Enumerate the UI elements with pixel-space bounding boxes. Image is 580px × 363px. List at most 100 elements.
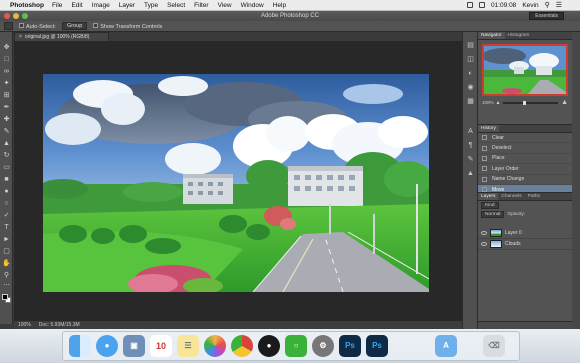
move-tool-preset-icon[interactable] bbox=[4, 22, 13, 30]
more-tools-icon[interactable]: ⋯ bbox=[2, 282, 11, 290]
menu-app-name[interactable]: Photoshop bbox=[10, 2, 44, 9]
foreground-color-swatch[interactable] bbox=[2, 294, 8, 300]
character-panel-icon[interactable]: A bbox=[466, 128, 475, 136]
layer-row[interactable]: Clouds bbox=[478, 239, 572, 250]
navigator-preview[interactable] bbox=[482, 44, 568, 96]
auto-select-target-dropdown[interactable]: Group bbox=[61, 22, 88, 30]
menu-image[interactable]: Image bbox=[92, 2, 110, 9]
zoom-readout[interactable]: 100% bbox=[18, 322, 31, 328]
shape-tool-icon[interactable]: ▢ bbox=[2, 248, 11, 256]
lasso-tool-icon[interactable]: ∞ bbox=[2, 68, 11, 76]
zoom-in-icon[interactable]: ▲ bbox=[561, 99, 568, 106]
layer-name: Clouds bbox=[505, 241, 521, 247]
marquee-tool-icon[interactable]: □ bbox=[2, 56, 11, 64]
eyedropper-tool-icon[interactable]: ✒ bbox=[2, 104, 11, 112]
menu-layer[interactable]: Layer bbox=[119, 2, 135, 9]
layer-row[interactable]: Layer 0 bbox=[478, 228, 572, 239]
wechat-icon[interactable]: ○ bbox=[285, 335, 307, 357]
history-item[interactable]: Layer Order bbox=[478, 164, 572, 175]
history-item[interactable]: Clear bbox=[478, 133, 572, 144]
blur-tool-icon[interactable]: ● bbox=[2, 188, 11, 196]
minimize-window-button[interactable] bbox=[13, 13, 19, 19]
document-tab[interactable]: × original.jpg @ 100% (RGB/8) bbox=[14, 32, 109, 41]
move-tool-icon[interactable]: ✥ bbox=[2, 44, 11, 52]
visibility-eye-icon[interactable] bbox=[481, 231, 487, 235]
properties-panel-icon[interactable]: ◫ bbox=[466, 56, 475, 64]
hand-tool-icon[interactable]: ✋ bbox=[2, 260, 11, 268]
tab-navigator[interactable]: Navigator bbox=[478, 32, 505, 39]
quick-select-tool-icon[interactable]: ✦ bbox=[2, 80, 11, 88]
swatches-panel-icon[interactable]: ▦ bbox=[466, 98, 475, 106]
preview-icon[interactable]: ▣ bbox=[123, 335, 145, 357]
zoom-slider-knob[interactable] bbox=[522, 100, 526, 105]
notification-icon[interactable]: ☰ bbox=[556, 1, 562, 9]
gradient-tool-icon[interactable]: ■ bbox=[2, 176, 11, 184]
notes-icon[interactable]: ☰ bbox=[177, 335, 199, 357]
layer-kind-filter[interactable]: Kind bbox=[481, 202, 499, 209]
photos-icon[interactable] bbox=[204, 335, 226, 357]
menu-type[interactable]: Type bbox=[144, 2, 158, 9]
user-name[interactable]: Kevin bbox=[522, 2, 538, 9]
adjustments-panel-icon[interactable]: ◐ bbox=[466, 70, 475, 78]
close-document-icon[interactable]: × bbox=[19, 34, 22, 40]
trash-icon[interactable]: ⌫ bbox=[483, 335, 505, 357]
tab-history[interactable]: History bbox=[478, 125, 499, 132]
menu-file[interactable]: File bbox=[52, 2, 62, 9]
history-brush-tool-icon[interactable]: ↻ bbox=[2, 152, 11, 160]
zoom-out-icon[interactable]: ▴ bbox=[497, 99, 500, 106]
canvas-area[interactable] bbox=[14, 41, 462, 321]
brush-tool-icon[interactable]: ✎ bbox=[2, 128, 11, 136]
zoom-slider[interactable] bbox=[502, 100, 559, 105]
history-item[interactable]: Name Change bbox=[478, 175, 572, 185]
dodge-tool-icon[interactable]: ○ bbox=[2, 200, 11, 208]
clone-source-panel-icon[interactable]: ▲ bbox=[466, 170, 475, 178]
history-item[interactable]: Place bbox=[478, 154, 572, 165]
chrome-icon[interactable] bbox=[231, 335, 253, 357]
finder-icon[interactable] bbox=[69, 335, 91, 357]
zoom-window-button[interactable] bbox=[22, 13, 28, 19]
menu-filter[interactable]: Filter bbox=[194, 2, 208, 9]
color-panel-icon[interactable]: ◉ bbox=[466, 84, 475, 92]
tab-paths[interactable]: Paths bbox=[525, 193, 543, 200]
photoshop-icon[interactable]: Ps bbox=[339, 335, 361, 357]
menu-edit[interactable]: Edit bbox=[71, 2, 82, 9]
canvas-image[interactable] bbox=[43, 74, 429, 292]
search-icon[interactable]: ⚲ bbox=[545, 1, 550, 9]
blend-mode-dropdown[interactable]: Normal bbox=[481, 211, 505, 218]
doc-size-readout[interactable]: Doc: 5.93M/15.3M bbox=[39, 322, 80, 328]
show-transform-toggle[interactable]: Show Transform Controls bbox=[93, 22, 162, 30]
navigator-zoom-value[interactable]: 100% bbox=[482, 100, 494, 105]
menu-select[interactable]: Select bbox=[167, 2, 185, 9]
photoshop-icon-2[interactable]: Ps bbox=[366, 335, 388, 357]
menu-view[interactable]: View bbox=[218, 2, 232, 9]
calendar-icon[interactable]: 10 bbox=[150, 335, 172, 357]
battery-icon[interactable] bbox=[479, 2, 485, 8]
clone-stamp-tool-icon[interactable]: ▲ bbox=[2, 140, 11, 148]
path-select-tool-icon[interactable]: ► bbox=[2, 236, 11, 244]
wifi-icon[interactable] bbox=[467, 2, 473, 8]
history-panel-icon[interactable]: ▤ bbox=[466, 42, 475, 50]
healing-brush-tool-icon[interactable]: ✚ bbox=[2, 116, 11, 124]
tab-histogram[interactable]: Histogram bbox=[505, 32, 533, 39]
zoom-tool-icon[interactable]: ⚲ bbox=[2, 272, 11, 280]
visibility-eye-icon[interactable] bbox=[481, 242, 487, 246]
qq-icon[interactable]: ● bbox=[258, 335, 280, 357]
pen-tool-icon[interactable]: ✓ bbox=[2, 212, 11, 220]
brush-panel-icon[interactable]: ✎ bbox=[466, 156, 475, 164]
eraser-tool-icon[interactable]: ▭ bbox=[2, 164, 11, 172]
tab-channels[interactable]: Channels bbox=[498, 193, 524, 200]
messages-icon[interactable]: ● bbox=[96, 335, 118, 357]
history-item[interactable]: Deselect bbox=[478, 143, 572, 154]
system-preferences-icon[interactable]: ⚙ bbox=[312, 335, 334, 357]
close-window-button[interactable] bbox=[4, 13, 10, 19]
menu-window[interactable]: Window bbox=[241, 2, 264, 9]
workspace-switcher[interactable]: Essentials bbox=[529, 12, 564, 20]
auto-select-toggle[interactable]: Auto-Select: bbox=[19, 22, 56, 30]
tab-layers[interactable]: Layers bbox=[478, 193, 499, 200]
clock[interactable]: 01:09:08 bbox=[491, 2, 516, 9]
type-tool-icon[interactable]: T bbox=[2, 224, 11, 232]
applications-folder-icon[interactable]: A bbox=[435, 335, 457, 357]
paragraph-panel-icon[interactable]: ¶ bbox=[466, 142, 475, 150]
menu-help[interactable]: Help bbox=[273, 2, 286, 9]
crop-tool-icon[interactable]: ⊞ bbox=[2, 92, 11, 100]
